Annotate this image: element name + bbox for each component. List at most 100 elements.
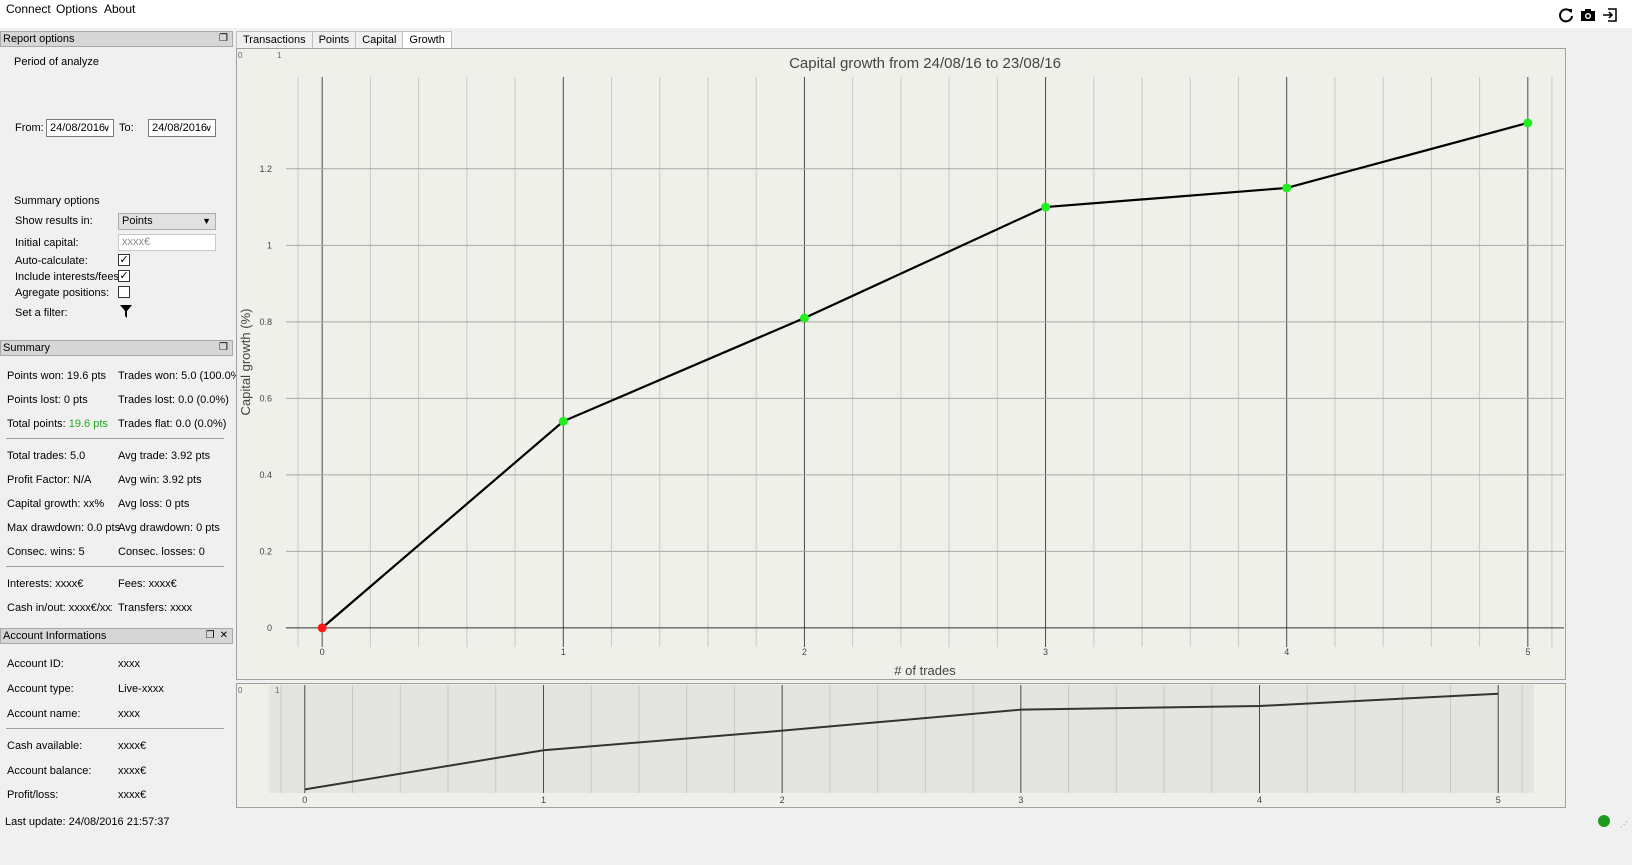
- x-tick-label: 0: [302, 795, 307, 805]
- account-type-value: Live-xxxx: [118, 683, 164, 695]
- x-tick-label: 4: [1257, 795, 1262, 805]
- trades-won: Trades won: 5.0 (100.0%): [118, 370, 245, 382]
- auto-calculate-label: Auto-calculate:: [15, 255, 88, 267]
- filter-label: Set a filter:: [15, 307, 68, 319]
- avg-win: Avg win: 3.92 pts: [118, 474, 202, 486]
- profit-loss-value: xxxx€: [118, 789, 147, 801]
- menu-options[interactable]: Options: [56, 2, 97, 16]
- from-label: From:: [15, 122, 44, 134]
- chevron-down-icon: ∨: [103, 123, 110, 133]
- period-label: Period of analyze: [14, 56, 99, 68]
- connection-status-dot: [1598, 815, 1610, 827]
- x-tick-label: 5: [1525, 647, 1530, 657]
- avg-loss: Avg loss: 0 pts: [118, 498, 190, 510]
- points-lost: Points lost: 0 pts: [7, 394, 88, 406]
- from-date-picker[interactable]: 24/08/2016 ∨: [46, 119, 114, 137]
- overview-chart[interactable]: 0 1 2 3 4 5 0 1: [237, 684, 1565, 807]
- avg-drawdown: Avg drawdown: 0 pts: [118, 522, 220, 534]
- y-tick-label: 0.4: [259, 470, 272, 480]
- tab-transactions[interactable]: Transactions: [236, 31, 313, 48]
- auto-calculate-checkbox[interactable]: ✓: [118, 254, 130, 266]
- separator: [6, 438, 224, 439]
- trades-lost: Trades lost: 0.0 (0.0%): [118, 394, 229, 406]
- profit-loss-label: Profit/loss:: [7, 789, 59, 801]
- summary-options-label: Summary options: [14, 195, 100, 207]
- total-trades: Total trades: 5.0: [7, 450, 86, 462]
- data-point: [1523, 118, 1533, 128]
- to-date-picker[interactable]: 24/08/2016 ∨: [148, 119, 216, 137]
- chart-title: Capital growth from 24/08/16 to 23/08/16: [789, 55, 1061, 72]
- x-tick-label: 3: [1018, 795, 1023, 805]
- summary-title: Summary ❐: [0, 340, 233, 356]
- x-tick-label: 2: [780, 795, 785, 805]
- total-points-value: 19.6 pts: [68, 418, 108, 430]
- max-drawdown: Max drawdown: 0.0 pts: [7, 522, 121, 534]
- y-tick-label: 1.2: [259, 164, 272, 174]
- x-tick-label: 4: [1284, 647, 1289, 657]
- data-point: [558, 416, 568, 426]
- close-icon[interactable]: ✕: [220, 629, 228, 643]
- data-point: [1041, 202, 1051, 212]
- corner-label: 1: [277, 51, 282, 60]
- aggregate-checkbox[interactable]: [118, 286, 130, 298]
- resize-grip-icon[interactable]: ⋰: [1620, 820, 1628, 829]
- separator: [6, 728, 224, 729]
- x-tick-label: 2: [802, 647, 807, 657]
- menu-connect[interactable]: Connect: [6, 2, 51, 16]
- account-title: Account Informations ❐ ✕: [0, 628, 233, 644]
- separator: [6, 566, 224, 567]
- to-label: To:: [119, 122, 134, 134]
- chevron-down-icon: ∨: [205, 123, 212, 133]
- tab-growth[interactable]: Growth: [402, 31, 452, 49]
- cash-available-value: xxxx€: [118, 740, 147, 752]
- transfers: Transfers: xxxx: [118, 602, 193, 614]
- x-axis-label: # of trades: [894, 663, 956, 678]
- total-points: Total points: 19.6 pts: [7, 418, 108, 430]
- data-point: [1282, 183, 1292, 193]
- show-results-value: Points: [122, 215, 153, 227]
- data-point: [317, 623, 327, 633]
- account-id-value: xxxx: [118, 658, 140, 670]
- y-tick-label: 0.6: [259, 393, 272, 403]
- last-update: Last update: 24/08/2016 21:57:37: [5, 816, 170, 828]
- include-interests-checkbox[interactable]: ✓: [118, 270, 130, 282]
- tab-capital[interactable]: Capital: [355, 31, 404, 48]
- cash-inout: Cash in/out: xxxx€/xxx: [7, 602, 112, 614]
- show-results-select[interactable]: Points ▼: [118, 213, 216, 230]
- corner-label: 1: [275, 686, 280, 695]
- overview-chart-frame: 0 1 2 3 4 5 0 1: [236, 683, 1566, 808]
- float-icon[interactable]: ❐: [219, 341, 228, 355]
- x-tick-label: 5: [1496, 795, 1501, 805]
- filter-icon[interactable]: [120, 305, 132, 321]
- show-results-label: Show results in:: [15, 215, 93, 227]
- camera-icon[interactable]: [1580, 7, 1596, 23]
- exit-icon[interactable]: [1602, 7, 1618, 23]
- report-options-panel: Report options ❐ Period of analyze From:…: [0, 31, 233, 337]
- float-icon[interactable]: ❐: [219, 32, 228, 46]
- account-name-value: xxxx: [118, 708, 140, 720]
- x-tick-label: 0: [320, 647, 325, 657]
- menu-bar: Connect Options About: [0, 0, 1632, 28]
- x-tick-label: 1: [561, 647, 566, 657]
- growth-chart-frame: 0 0.2 0.4 0.6 0.8 1 1.2 0 1 2 3 4 5 0 1 Capital growth …: [236, 48, 1566, 680]
- y-tick-label: 0.2: [259, 546, 272, 556]
- float-icon[interactable]: ❐: [206, 629, 215, 643]
- avg-trade: Avg trade: 3.92 pts: [118, 450, 211, 462]
- data-point: [799, 313, 809, 323]
- growth-chart[interactable]: 0 0.2 0.4 0.6 0.8 1 1.2 0 1 2 3 4 5 0 1 Capital growth …: [237, 49, 1565, 679]
- tab-points[interactable]: Points: [311, 31, 357, 48]
- account-panel: Account Informations ❐ ✕ Account ID: xxx…: [0, 628, 233, 808]
- menu-about[interactable]: About: [104, 2, 135, 16]
- to-date-value: 24/08/2016: [152, 122, 208, 134]
- initial-capital-input[interactable]: xxxx€: [118, 234, 216, 251]
- summary-panel: Summary ❐ Points won: 19.6 pts Trades wo…: [0, 340, 244, 624]
- include-interests-label: Include interests/fees:: [15, 271, 123, 283]
- refresh-icon[interactable]: [1558, 7, 1574, 23]
- trades-flat: Trades flat: 0.0 (0.0%): [118, 418, 227, 430]
- consec-wins: Consec. wins: 5: [7, 546, 85, 558]
- y-axis-label: Capital growth (%): [238, 309, 253, 416]
- corner-label: 0: [238, 686, 243, 695]
- total-points-label: Total points:: [7, 418, 69, 430]
- account-name-label: Account name:: [7, 708, 81, 720]
- account-type-label: Account type:: [7, 683, 74, 695]
